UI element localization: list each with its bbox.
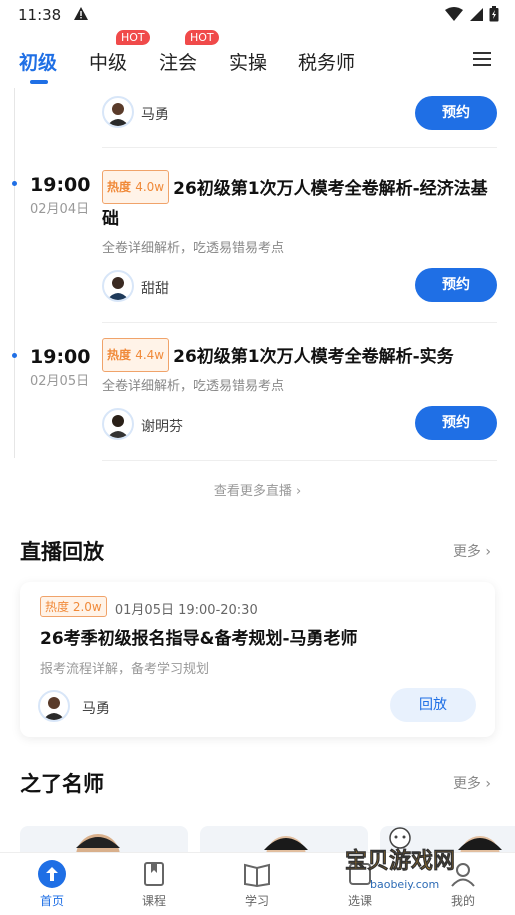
avatar — [38, 690, 70, 722]
reserve-button[interactable]: 预约 — [415, 268, 497, 302]
tab-chuji[interactable]: 初级 — [19, 48, 57, 75]
replay-desc: 报考流程详解，备考学习规划 — [40, 662, 210, 677]
watermark-logo: 宝贝游戏网 baobeiy.com — [340, 826, 500, 896]
section-title-replay: 直播回放 — [20, 540, 104, 564]
divider — [102, 147, 497, 148]
avatar — [102, 96, 134, 128]
divider — [102, 322, 497, 323]
chevron-right-icon: › — [295, 484, 302, 499]
teacher-photo — [76, 834, 120, 854]
teacher-name: 甜甜 — [141, 281, 169, 297]
tab-zhongji[interactable]: 中级 — [89, 48, 127, 75]
alert-icon — [73, 6, 89, 25]
live-time: 19:00 — [30, 174, 91, 196]
timeline — [14, 88, 15, 458]
course-desc: 全卷详细解析，吃透易错易考点 — [102, 379, 285, 394]
course-desc: 全卷详细解析，吃透易错易考点 — [102, 241, 285, 256]
live-item[interactable]: 热度 4.0w 26初级第1次万人模考全卷解析-经济法基础 — [102, 170, 497, 234]
replay-meta: 热度 2.0w 01月05日 19:00-20:30 — [40, 596, 258, 618]
section-title-teachers: 之了名师 — [20, 772, 104, 796]
svg-text:宝贝游戏网: 宝贝游戏网 — [345, 848, 455, 874]
hot-badge: HOT — [116, 30, 150, 45]
home-arrow-icon — [37, 859, 67, 889]
replay-title: 26考季初级报名指导&备考规划-马勇老师 — [40, 629, 358, 649]
timeline-dot — [12, 181, 17, 186]
live-date: 02月04日 — [30, 202, 90, 217]
divider — [102, 460, 497, 461]
replay-time: 01月05日 19:00-20:30 — [114, 603, 258, 618]
menu-icon[interactable] — [473, 50, 491, 68]
book-icon — [242, 859, 272, 889]
status-bar: 11:38 — [0, 0, 515, 30]
heat-badge: 热度 2.0w — [40, 596, 107, 617]
live-time: 19:00 — [30, 346, 91, 368]
course-title: 26初级第1次万人模考全卷解析-实务 — [173, 347, 454, 367]
nav-study[interactable]: 学习 — [227, 859, 287, 909]
wifi-icon — [445, 6, 463, 26]
battery-icon — [489, 6, 499, 26]
tab-zhuhui[interactable]: 注会 — [159, 48, 197, 75]
signal-icon — [469, 7, 483, 26]
heat-badge: 热度 4.0w — [102, 170, 170, 204]
teacher-name: 马勇 — [141, 107, 169, 123]
teacher-card[interactable] — [20, 826, 188, 854]
nav-home[interactable]: 首页 — [22, 859, 82, 909]
timeline-dot — [12, 353, 17, 358]
nav-course[interactable]: 课程 — [124, 859, 184, 909]
live-item[interactable]: 热度 4.4w 26初级第1次万人模考全卷解析-实务 — [102, 338, 497, 372]
replay-button[interactable]: 回放 — [390, 688, 476, 722]
teacher-name: 谢明芬 — [141, 419, 183, 435]
hot-badge: HOT — [185, 30, 219, 45]
tab-shuiwushi[interactable]: 税务师 — [298, 48, 355, 75]
live-date: 02月05日 — [30, 374, 90, 389]
course-icon — [139, 859, 169, 889]
reserve-button[interactable]: 预约 — [415, 96, 497, 130]
heat-badge: 热度 4.4w — [102, 338, 170, 372]
active-tab-indicator — [30, 80, 48, 84]
svg-text:baobeiy.com: baobeiy.com — [370, 878, 439, 891]
status-time: 11:38 — [18, 6, 62, 24]
tab-shicao[interactable]: 实操 — [229, 48, 267, 75]
avatar — [102, 270, 134, 302]
replay-more-link[interactable]: 更多 › — [453, 541, 491, 561]
category-tabs: 初级 中级 HOT 注会 HOT 实操 税务师 — [0, 30, 515, 85]
chevron-right-icon: › — [485, 776, 491, 792]
avatar — [102, 408, 134, 440]
chevron-right-icon: › — [485, 544, 491, 560]
replay-card[interactable]: 热度 2.0w 01月05日 19:00-20:30 26考季初级报名指导&备考… — [20, 582, 495, 737]
teachers-more-link[interactable]: 更多 › — [453, 773, 491, 793]
see-more-live-link[interactable]: 查看更多直播 › — [0, 480, 515, 499]
teacher-name: 马勇 — [82, 701, 110, 717]
reserve-button[interactable]: 预约 — [415, 406, 497, 440]
